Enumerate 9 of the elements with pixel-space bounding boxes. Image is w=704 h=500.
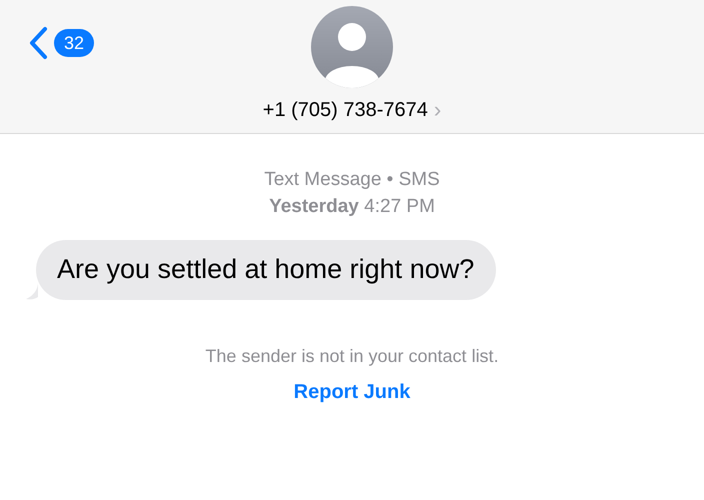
- sender-notice: The sender is not in your contact list.: [205, 346, 499, 367]
- message-bubble: Are you settled at home right now?: [36, 240, 496, 300]
- service-label: Text Message • SMS: [264, 168, 440, 192]
- report-junk-link[interactable]: Report Junk: [294, 381, 410, 404]
- back-icon[interactable]: [28, 26, 48, 60]
- message-timestamp: Yesterday 4:27 PM: [269, 195, 435, 219]
- contact-number[interactable]: +1 (705) 738-7674: [262, 98, 428, 122]
- unread-badge[interactable]: 32: [54, 29, 94, 57]
- avatar-icon[interactable]: [311, 6, 393, 88]
